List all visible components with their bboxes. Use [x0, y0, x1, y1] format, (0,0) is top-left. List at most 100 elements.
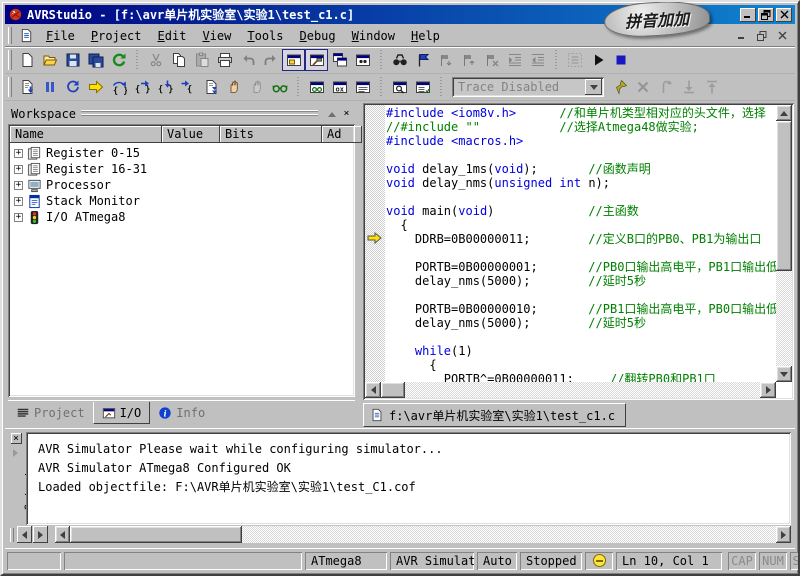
scroll-up-icon[interactable]: [776, 105, 792, 121]
scroll-down-icon[interactable]: [776, 366, 792, 382]
scroll-left-icon[interactable]: [365, 382, 381, 398]
print-button[interactable]: [213, 49, 236, 71]
current-statement-arrow-icon: [367, 232, 382, 244]
run-play-button[interactable]: [586, 49, 609, 71]
output-scroll-right-icon[interactable]: [776, 526, 791, 543]
workspace-tab-io[interactable]: I/O: [93, 402, 151, 424]
hscroll-track[interactable]: [405, 382, 760, 398]
find-binoculars-button[interactable]: [388, 49, 411, 71]
combo-dropdown-icon[interactable]: [585, 79, 602, 95]
menubar-grip[interactable]: [8, 27, 12, 44]
toggle-output-window-button[interactable]: [305, 49, 328, 71]
tab-scroll-right-button[interactable]: [33, 526, 48, 543]
memory-window-button[interactable]: [351, 76, 374, 98]
hscroll-thumb[interactable]: [381, 382, 405, 398]
menu-edit[interactable]: Edit: [150, 27, 195, 45]
disassembler-window-button[interactable]: [388, 76, 411, 98]
save-floppy-button[interactable]: [61, 49, 84, 71]
mdi-document-icon[interactable]: [19, 28, 34, 43]
column-header-name[interactable]: Name: [10, 126, 162, 143]
step-over-button[interactable]: { }: [107, 76, 130, 98]
output-scroll-left-icon[interactable]: [55, 526, 70, 543]
scroll-right-icon[interactable]: [760, 382, 776, 398]
cascade-windows-button[interactable]: [328, 49, 351, 71]
trace-into-button[interactable]: [15, 76, 38, 98]
mdi-close-button[interactable]: [775, 30, 789, 42]
workspace-close-button[interactable]: ×: [340, 108, 353, 120]
open-folder-button[interactable]: [38, 49, 61, 71]
menu-view[interactable]: View: [194, 27, 239, 45]
file-tab[interactable]: f:\avr单片机实验室\实验1\test_c1.c: [363, 403, 626, 427]
new-doc-button[interactable]: [15, 49, 38, 71]
register-window-button[interactable]: ox: [328, 76, 351, 98]
code-view[interactable]: #include <iom8v.h> //和单片机类型相对应的头文件，选择//#…: [363, 103, 794, 400]
column-header-bits[interactable]: Bits: [220, 126, 322, 143]
menu-window[interactable]: Window: [344, 27, 403, 45]
expand-plus-icon[interactable]: [14, 149, 23, 158]
reset-button[interactable]: [61, 76, 84, 98]
run-to-cursor-button[interactable]: { }: [176, 76, 199, 98]
bookmark-flag-button[interactable]: [411, 49, 434, 71]
output-message: AVR Simulator Please wait while configur…: [38, 440, 779, 459]
workspace-collapse-button[interactable]: [325, 108, 338, 120]
copy-pages-button[interactable]: [167, 49, 190, 71]
expand-plus-icon[interactable]: [14, 197, 23, 206]
tree-item-i-o-atmega8[interactable]: I/O ATmega8: [10, 209, 353, 225]
workspace-tab-project[interactable]: Project: [8, 402, 93, 424]
watch-window-button[interactable]: [305, 76, 328, 98]
vscroll-track[interactable]: [776, 121, 792, 366]
workspace-tab-info[interactable]: iInfo: [150, 402, 213, 424]
tree-item-register-16-31[interactable]: Register 16-31: [10, 161, 353, 177]
find-in-files-window-button[interactable]: [351, 49, 374, 71]
menu-project[interactable]: Project: [83, 27, 150, 45]
stop-square-button[interactable]: [609, 49, 632, 71]
toggle-workspace-window-button[interactable]: [282, 49, 305, 71]
workspace-drag-grip[interactable]: [81, 110, 318, 118]
output-hscroll-thumb[interactable]: [70, 526, 242, 543]
restore-button[interactable]: [758, 8, 774, 22]
refresh-arrow-button[interactable]: [107, 49, 130, 71]
vscroll-thumb[interactable]: [776, 121, 792, 271]
code-line: #include <iom8v.h> //和单片机类型相对应的头文件，选择: [386, 106, 776, 120]
trace-mode-combobox[interactable]: Trace Disabled: [452, 77, 604, 97]
tree-item-stack-monitor[interactable]: Stack Monitor: [10, 193, 353, 209]
trace-pin-button[interactable]: [608, 76, 631, 98]
editor-vertical-scrollbar[interactable]: [776, 105, 792, 382]
toolbar1-grip[interactable]: [8, 50, 12, 71]
io-view-window-button[interactable]: [411, 76, 434, 98]
menu-help[interactable]: Help: [403, 27, 448, 45]
mdi-minimize-button[interactable]: [735, 30, 749, 42]
break-hand-button[interactable]: [222, 76, 245, 98]
workspace-header[interactable]: Workspace ×: [7, 105, 357, 122]
output-hscroll-track[interactable]: [242, 526, 776, 543]
quickwatch-glasses-button[interactable]: [268, 76, 291, 98]
column-header-ad[interactable]: Ad: [322, 126, 362, 143]
output-horizontal-scrollbar[interactable]: [55, 526, 791, 543]
step-out-button[interactable]: { }: [130, 76, 153, 98]
editor-horizontal-scrollbar[interactable]: [365, 382, 776, 398]
auto-step-button[interactable]: [199, 76, 222, 98]
output-messages[interactable]: AVR Simulator Please wait while configur…: [26, 432, 791, 525]
close-button[interactable]: [776, 8, 792, 22]
output-next-icon[interactable]: [11, 447, 22, 458]
step-into-button[interactable]: { }: [153, 76, 176, 98]
mdi-restore-button[interactable]: [755, 30, 769, 42]
tab-scroll-left-button[interactable]: [17, 526, 32, 543]
code-lines[interactable]: #include <iom8v.h> //和单片机类型相对应的头文件，选择//#…: [386, 106, 776, 382]
pause-button[interactable]: [38, 76, 61, 98]
output-grip[interactable]: [10, 528, 14, 542]
column-header-value[interactable]: Value: [162, 126, 220, 143]
expand-plus-icon[interactable]: [14, 213, 23, 222]
menu-tools[interactable]: Tools: [239, 27, 291, 45]
minimize-button[interactable]: [740, 8, 756, 22]
save-all-button[interactable]: [84, 49, 107, 71]
menu-file[interactable]: File: [38, 27, 83, 45]
step-arrow-button[interactable]: [84, 76, 107, 98]
toolbar2-grip[interactable]: [8, 77, 12, 98]
expand-plus-icon[interactable]: [14, 181, 23, 190]
tree-item-register-0-15[interactable]: Register 0-15: [10, 145, 353, 161]
output-close-button[interactable]: [11, 433, 22, 444]
menu-debug[interactable]: Debug: [292, 27, 344, 45]
tree-item-processor[interactable]: Processor: [10, 177, 353, 193]
expand-plus-icon[interactable]: [14, 165, 23, 174]
